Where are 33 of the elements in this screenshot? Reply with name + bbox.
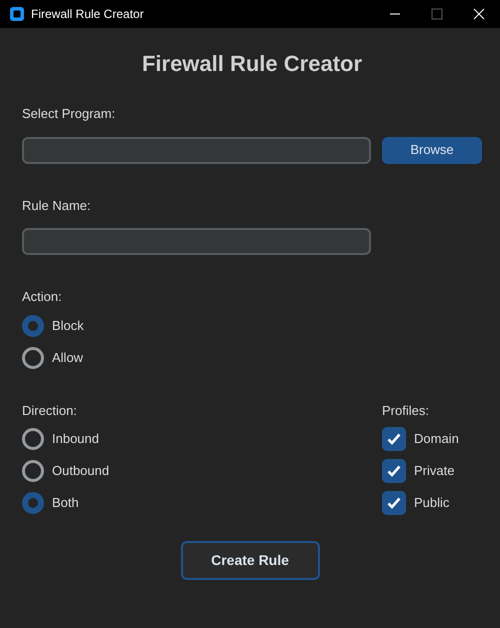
radio-label[interactable]: Outbound xyxy=(52,463,110,479)
window-title: Firewall Rule Creator xyxy=(31,6,144,23)
radio-button[interactable] xyxy=(22,314,44,336)
browse-button[interactable]: Browse xyxy=(382,136,482,164)
group-label: Action: xyxy=(22,289,62,305)
radio-label[interactable]: Both xyxy=(52,495,79,511)
checkmark-icon xyxy=(387,433,401,445)
radio-button[interactable] xyxy=(22,428,44,450)
checkbox-label[interactable]: Domain xyxy=(414,431,459,447)
radio-label[interactable]: Allow xyxy=(52,350,84,366)
checkmark-icon xyxy=(387,497,401,509)
group-label: Direction: xyxy=(22,402,77,418)
checkbox-label[interactable]: Public xyxy=(414,495,450,511)
radio-button[interactable] xyxy=(22,346,44,368)
checkbox[interactable] xyxy=(382,459,406,483)
checkbox[interactable] xyxy=(382,427,406,451)
rule-name-field[interactable] xyxy=(22,228,371,255)
app-heading: Firewall Rule Creator xyxy=(142,51,362,76)
field-label: Select Program: xyxy=(22,106,116,122)
checkbox-label[interactable]: Private xyxy=(414,463,454,479)
radio-button[interactable] xyxy=(22,492,44,514)
close-icon xyxy=(473,8,485,20)
group-label: Profiles: xyxy=(382,402,429,418)
radio-label[interactable]: Inbound xyxy=(52,431,99,447)
radio-label[interactable]: Block xyxy=(52,318,84,334)
radio-button[interactable] xyxy=(22,460,44,482)
program-path-field[interactable] xyxy=(22,136,371,164)
app-icon xyxy=(10,7,24,21)
create-rule-button[interactable]: Create Rule xyxy=(180,541,320,580)
maximize-icon xyxy=(431,8,443,20)
checkbox[interactable] xyxy=(382,491,406,515)
field-label: Rule Name: xyxy=(22,198,91,214)
checkmark-icon xyxy=(387,465,401,477)
